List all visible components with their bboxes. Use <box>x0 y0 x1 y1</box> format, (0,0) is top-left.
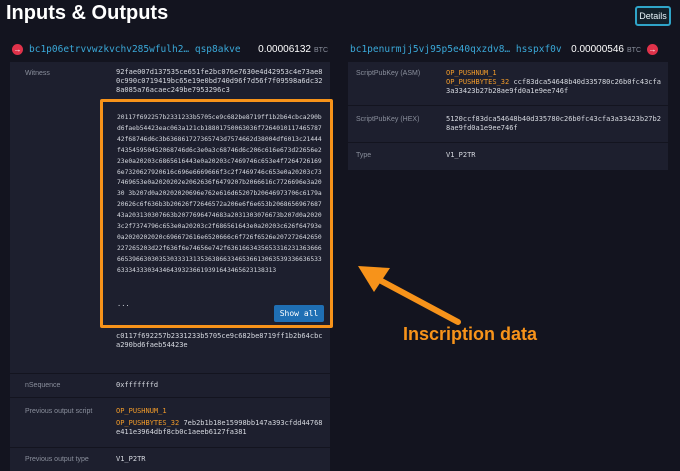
divider <box>348 142 668 143</box>
divider <box>10 397 330 398</box>
prev-type-value: V1_P2TR <box>116 455 146 463</box>
divider <box>348 105 668 106</box>
asm-op1: OP_PUSHNUM_1 <box>446 69 497 77</box>
ellipsis: ... <box>117 300 130 308</box>
prev-script-op1: OP_PUSHNUM_1 <box>116 407 167 415</box>
show-all-button[interactable]: Show all <box>274 305 324 322</box>
output-arrow-icon[interactable]: → <box>647 44 658 55</box>
inscription-highlight: 20117f692257b2331233b5705ce9c682be8719ff… <box>100 99 333 328</box>
annotation-arrow-icon <box>358 266 461 325</box>
type-value: V1_P2TR <box>446 151 476 159</box>
input-arrow-icon[interactable]: → <box>12 44 23 55</box>
page-title: Inputs & Outputs <box>6 2 169 24</box>
prev-type-label: Previous output type <box>25 456 89 463</box>
witness-tail-value: c0117f692257b2331233b5705ce9c682be8719ff… <box>116 332 323 349</box>
output-panel: ScriptPubKey (ASM) OP_PUSHNUM_1 OP_PUSHB… <box>348 62 668 170</box>
inscription-callout: Inscription data <box>403 324 538 344</box>
prev-script-line: OP_PUSHBYTES_32 7eb2b1b18e15998bb147a393… <box>116 419 323 436</box>
prev-script-label: Previous output script <box>25 408 93 415</box>
asm-line: OP_PUSHBYTES_32 ccf83dca54648b40d335780c… <box>446 78 661 95</box>
output-amount: 0.00000546 BTC <box>571 44 641 55</box>
sequence-value: 0xfffffffd <box>116 381 159 389</box>
sequence-label: nSequence <box>25 382 61 389</box>
asm-label: ScriptPubKey (ASM) <box>356 70 421 77</box>
divider <box>10 447 330 448</box>
output-address[interactable]: bc1penurmjj5vj95p5e40qxzdv8… hsspxf0v <box>350 42 562 58</box>
type-label: Type <box>356 152 372 159</box>
divider <box>10 373 330 374</box>
witness-label: Witness <box>25 70 50 77</box>
input-address[interactable]: bc1p06etrvvwzkvchv285wfulh2… qsp8akve <box>29 42 241 58</box>
hex-value: 5120ccf83dca54648b40d335780c26b0fc43cfa3… <box>446 115 661 132</box>
hex-label: ScriptPubKey (HEX) <box>356 116 420 123</box>
inscription-data: 20117f692257b2331233b5705ce9c682be8719ff… <box>117 114 322 274</box>
details-button[interactable]: Details <box>635 6 671 26</box>
witness-value: 92fae007d137535ce651fe2bc076e7630e4d4295… <box>116 68 323 94</box>
input-amount: 0.00006132 BTC <box>258 44 328 55</box>
